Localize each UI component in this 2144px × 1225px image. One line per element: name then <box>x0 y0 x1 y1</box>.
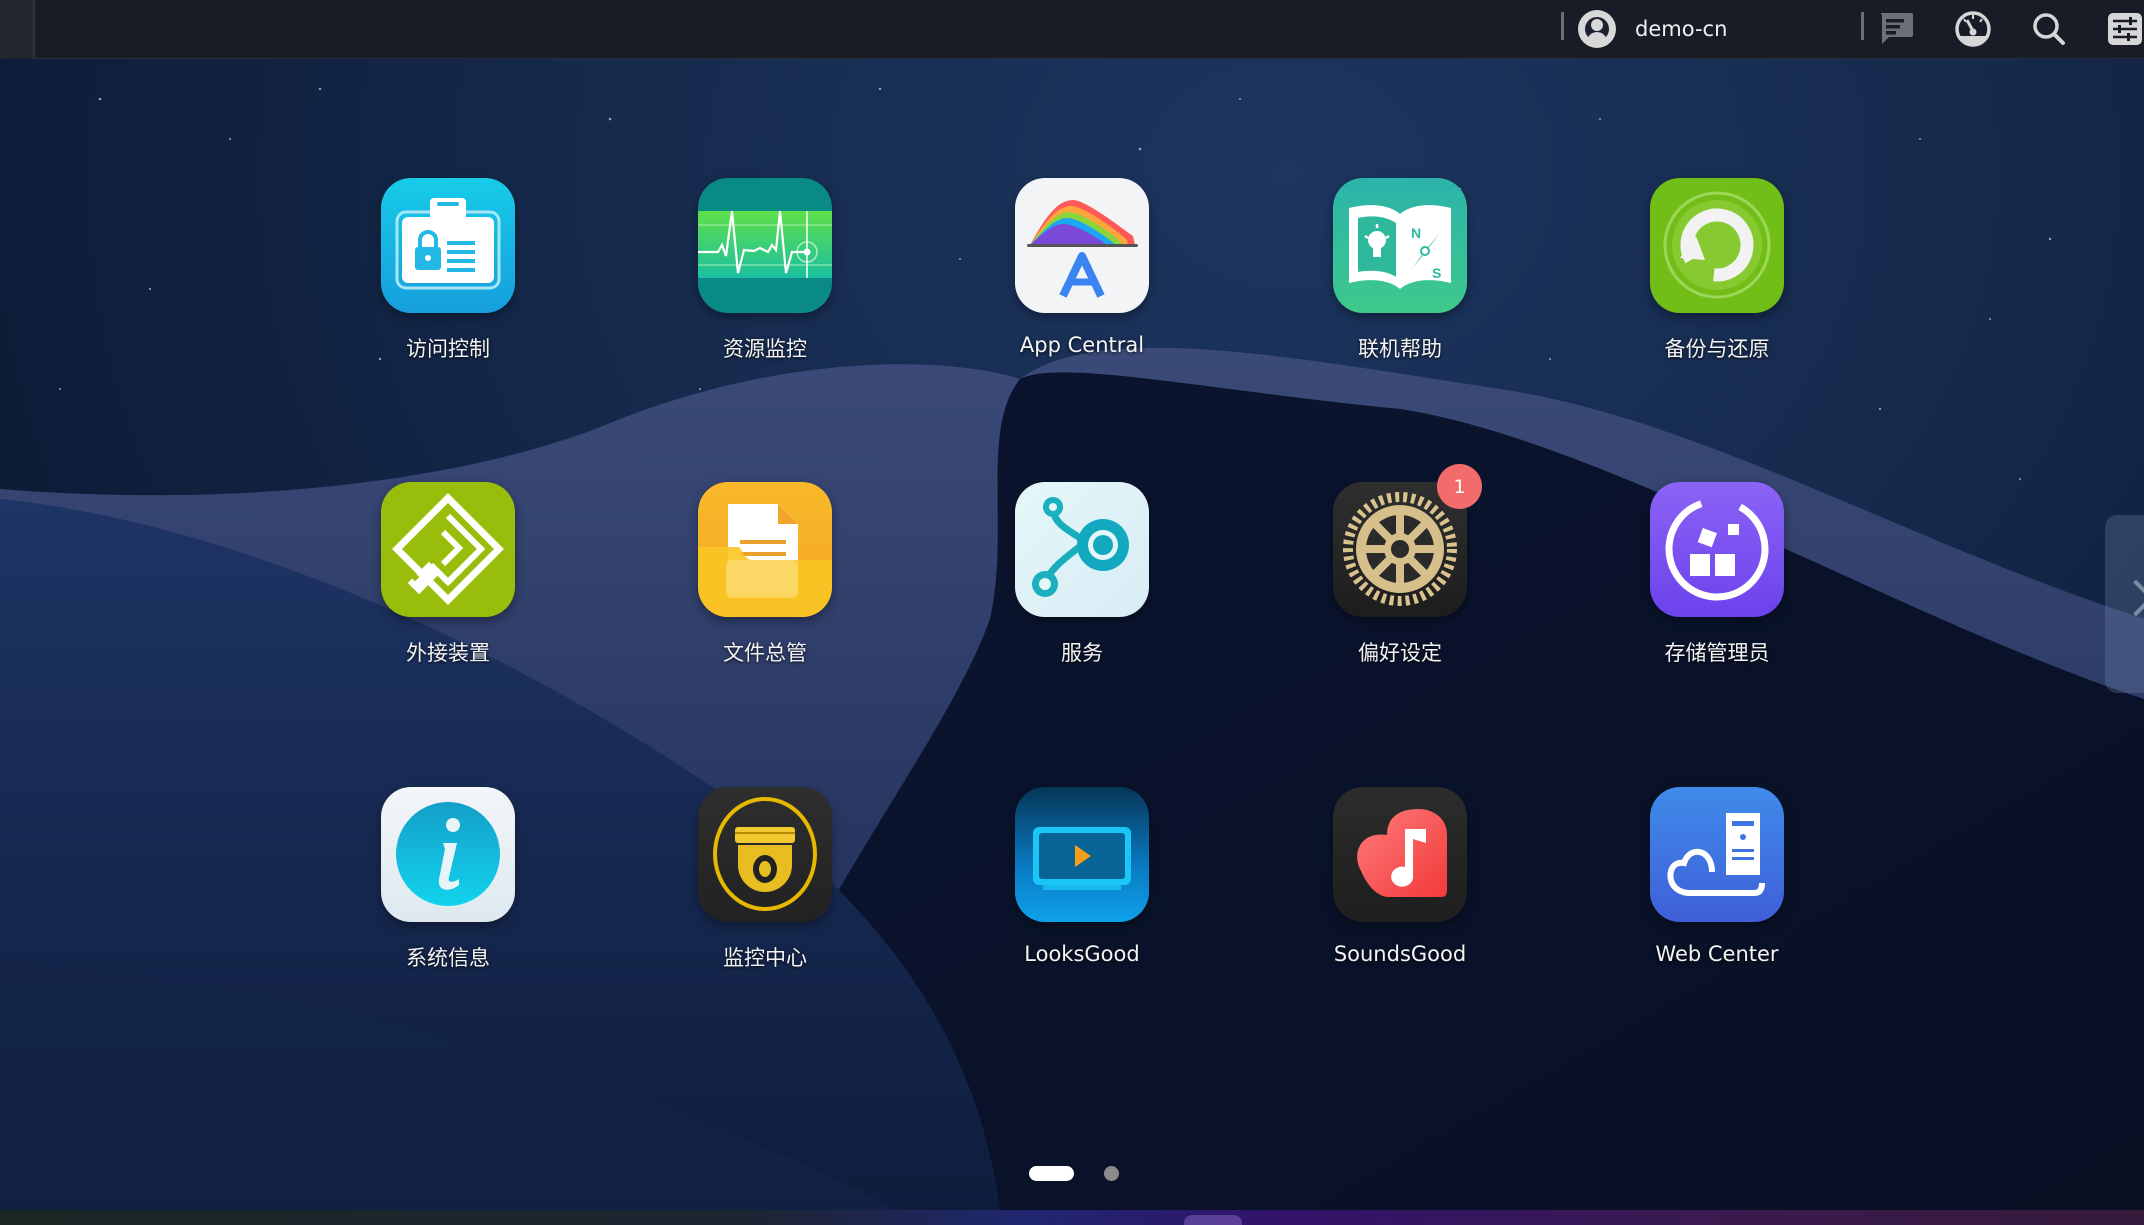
system-info-icon <box>381 787 515 922</box>
surveillance-center-icon <box>698 787 832 922</box>
app-looksgood[interactable]: LooksGood <box>962 787 1202 966</box>
app-label: 文件总管 <box>723 641 807 665</box>
resource-monitor-icon <box>698 178 832 313</box>
app-online-help[interactable]: N S 联机帮助 <box>1280 178 1520 363</box>
app-preferences[interactable]: 偏好设定 1 <box>1280 464 1520 667</box>
page-indicator-1[interactable] <box>1029 1166 1074 1181</box>
app-storage-manager[interactable]: 存储管理员 <box>1597 482 1837 667</box>
chevron-right-icon <box>2117 579 2144 617</box>
app-surveillance-center[interactable]: 监控中心 <box>645 787 885 972</box>
soundsgood-music-icon <box>1333 787 1467 922</box>
app-backup-restore[interactable]: 备份与还原 <box>1597 178 1837 363</box>
app-label: 监控中心 <box>723 946 807 970</box>
app-label: SoundsGood <box>1333 942 1467 966</box>
app-label: 访问控制 <box>406 337 490 361</box>
next-page-button[interactable] <box>2105 515 2144 693</box>
app-services[interactable]: 服务 <box>962 482 1202 667</box>
page-indicator-2[interactable] <box>1104 1166 1119 1181</box>
app-system-info[interactable]: 系统信息 <box>328 787 568 972</box>
app-soundsgood[interactable]: SoundsGood <box>1280 787 1520 966</box>
dock-handle[interactable] <box>1184 1215 1242 1225</box>
app-web-center[interactable]: Web Center <box>1597 787 1837 966</box>
notification-badge: 1 <box>1437 464 1482 509</box>
access-control-icon <box>381 178 515 313</box>
app-label: 外接装置 <box>406 641 490 665</box>
svg-text:N: N <box>1411 225 1421 241</box>
svg-text:S: S <box>1432 265 1441 281</box>
backup-restore-icon <box>1650 178 1784 313</box>
app-label: Web Center <box>1655 942 1779 966</box>
external-devices-icon <box>381 482 515 617</box>
app-grid: 访问控制 资源监控 App Central N S 联机帮助 备份与还原 外接装… <box>0 0 2144 1225</box>
app-label: 联机帮助 <box>1358 337 1442 361</box>
bottom-dock-bar <box>0 1210 2144 1225</box>
app-label: 备份与还原 <box>1664 337 1770 361</box>
web-center-icon <box>1650 787 1784 922</box>
app-access-control[interactable]: 访问控制 <box>328 178 568 363</box>
storage-manager-icon <box>1650 482 1784 617</box>
app-label: App Central <box>1019 333 1145 357</box>
app-label: 存储管理员 <box>1664 641 1770 665</box>
app-resource-monitor[interactable]: 资源监控 <box>645 178 885 363</box>
app-external-devices[interactable]: 外接装置 <box>328 482 568 667</box>
app-label: 系统信息 <box>406 946 490 970</box>
app-central-icon <box>1015 178 1149 313</box>
services-icon <box>1015 482 1149 617</box>
app-label: 服务 <box>1061 641 1103 665</box>
looksgood-video-icon <box>1015 787 1149 922</box>
app-label: 资源监控 <box>723 337 807 361</box>
app-file-explorer[interactable]: 文件总管 <box>645 482 885 667</box>
online-help-icon: N S <box>1333 178 1467 313</box>
file-explorer-icon <box>698 482 832 617</box>
app-label: 偏好设定 <box>1358 641 1442 665</box>
app-app-central[interactable]: App Central <box>962 178 1202 357</box>
app-label: LooksGood <box>1024 942 1140 966</box>
